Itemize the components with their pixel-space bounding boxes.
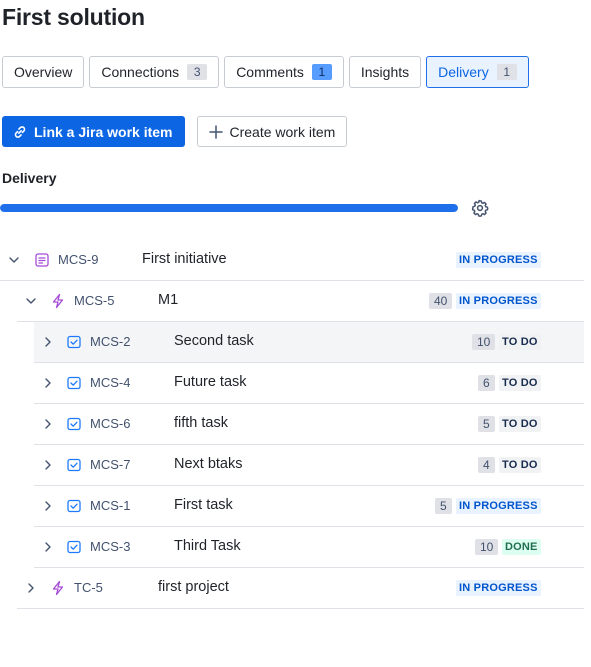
chevron-right-icon[interactable] (41, 458, 55, 472)
story-points-badge: 4 (478, 457, 495, 473)
task-checkbox-icon (66, 539, 82, 555)
tab-label: Delivery (438, 64, 489, 80)
tab-comments[interactable]: Comments 1 (224, 56, 344, 88)
task-checkbox-icon (66, 334, 82, 350)
work-item-summary[interactable]: Future task (174, 374, 247, 390)
status-lozenge: IN PROGRESS (456, 252, 541, 268)
tree-row[interactable]: MCS-7 Next btaks 4 TO DO (34, 445, 584, 486)
work-item-key[interactable]: MCS-5 (74, 293, 114, 308)
task-checkbox-icon (66, 498, 82, 514)
work-item-key[interactable]: MCS-4 (90, 375, 130, 390)
tab-label: Connections (101, 64, 180, 80)
work-item-summary[interactable]: Second task (174, 333, 254, 349)
chevron-down-icon[interactable] (7, 253, 21, 267)
status-lozenge: TO DO (499, 375, 541, 391)
work-item-summary[interactable]: fifth task (174, 415, 228, 431)
task-checkbox-icon (66, 375, 82, 391)
link-button-label: Link a Jira work item (34, 123, 173, 140)
status-lozenge: IN PROGRESS (456, 498, 541, 514)
tab-bar: Overview Connections 3 Comments 1 Insigh… (2, 56, 529, 88)
story-points-badge: 10 (475, 539, 499, 555)
tab-insights[interactable]: Insights (348, 56, 422, 88)
work-item-summary[interactable]: First task (174, 497, 233, 513)
chevron-right-icon[interactable] (24, 581, 38, 595)
chevron-right-icon[interactable] (41, 540, 55, 554)
status-lozenge: IN PROGRESS (456, 293, 541, 309)
link-icon (14, 125, 26, 138)
status-lozenge: TO DO (499, 416, 541, 432)
work-item-summary[interactable]: first project (158, 579, 229, 595)
task-checkbox-icon (66, 457, 82, 473)
chevron-right-icon[interactable] (41, 499, 55, 513)
tree-row[interactable]: TC-5 first project IN PROGRESS (17, 568, 584, 609)
create-button-label: Create work item (229, 123, 336, 140)
initiative-icon (34, 252, 50, 268)
work-item-key[interactable]: TC-5 (74, 580, 103, 595)
tree-row[interactable]: MCS-2 Second task 10 TO DO (34, 322, 584, 363)
work-item-key[interactable]: MCS-7 (90, 457, 130, 472)
tab-label: Insights (360, 64, 410, 80)
tree-row[interactable]: MCS-9 First initiative IN PROGRESS (0, 240, 584, 281)
status-lozenge: TO DO (499, 334, 541, 350)
chevron-down-icon[interactable] (24, 294, 38, 308)
chevron-right-icon[interactable] (41, 335, 55, 349)
story-points-badge: 6 (478, 375, 495, 391)
tree-row[interactable]: MCS-3 Third Task 10 DONE (34, 527, 584, 568)
tree-row[interactable]: MCS-5 M1 40 IN PROGRESS (17, 281, 584, 322)
work-item-summary[interactable]: M1 (158, 292, 178, 308)
tab-connections[interactable]: Connections 3 (89, 56, 220, 88)
story-points-badge: 10 (472, 334, 496, 350)
work-item-key[interactable]: MCS-2 (90, 334, 130, 349)
tab-count-badge: 1 (496, 64, 517, 80)
work-item-key[interactable]: MCS-3 (90, 539, 130, 554)
delivery-progress-fill (0, 204, 458, 212)
chevron-right-icon[interactable] (41, 417, 55, 431)
story-points-badge: 5 (435, 498, 452, 514)
status-lozenge: TO DO (499, 457, 541, 473)
work-item-summary[interactable]: First initiative (142, 251, 227, 267)
gear-icon[interactable] (471, 199, 489, 217)
tab-label: Overview (14, 64, 73, 80)
create-work-item-button[interactable]: Create work item (196, 116, 348, 147)
chevron-right-icon[interactable] (41, 376, 55, 390)
tree-row[interactable]: MCS-6 fifth task 5 TO DO (34, 404, 584, 445)
lightning-epic-icon (50, 293, 66, 309)
tab-label: Comments (236, 64, 304, 80)
work-item-summary[interactable]: Next btaks (174, 456, 243, 472)
delivery-progress-bar (0, 204, 458, 212)
story-points-badge: 40 (429, 293, 453, 309)
work-item-key[interactable]: MCS-6 (90, 416, 130, 431)
status-lozenge: DONE (502, 539, 541, 555)
work-item-key[interactable]: MCS-1 (90, 498, 130, 513)
lightning-epic-icon (50, 580, 66, 596)
tree-row[interactable]: MCS-4 Future task 6 TO DO (34, 363, 584, 404)
action-bar: Link a Jira work item Create work item (2, 116, 348, 147)
tree-row[interactable]: MCS-1 First task 5 IN PROGRESS (34, 486, 584, 527)
work-item-summary[interactable]: Third Task (174, 538, 241, 554)
page-title: First solution (2, 4, 145, 30)
tab-count-badge: 3 (187, 64, 208, 80)
status-lozenge: IN PROGRESS (456, 580, 541, 596)
link-jira-work-item-button[interactable]: Link a Jira work item (2, 116, 185, 147)
tab-count-badge: 1 (311, 64, 332, 80)
tab-overview[interactable]: Overview (2, 56, 85, 88)
plus-icon (208, 124, 223, 139)
delivery-section-label: Delivery (2, 170, 57, 186)
tab-delivery[interactable]: Delivery 1 (426, 56, 529, 88)
work-item-key[interactable]: MCS-9 (58, 252, 98, 267)
task-checkbox-icon (66, 416, 82, 432)
story-points-badge: 5 (478, 416, 495, 432)
